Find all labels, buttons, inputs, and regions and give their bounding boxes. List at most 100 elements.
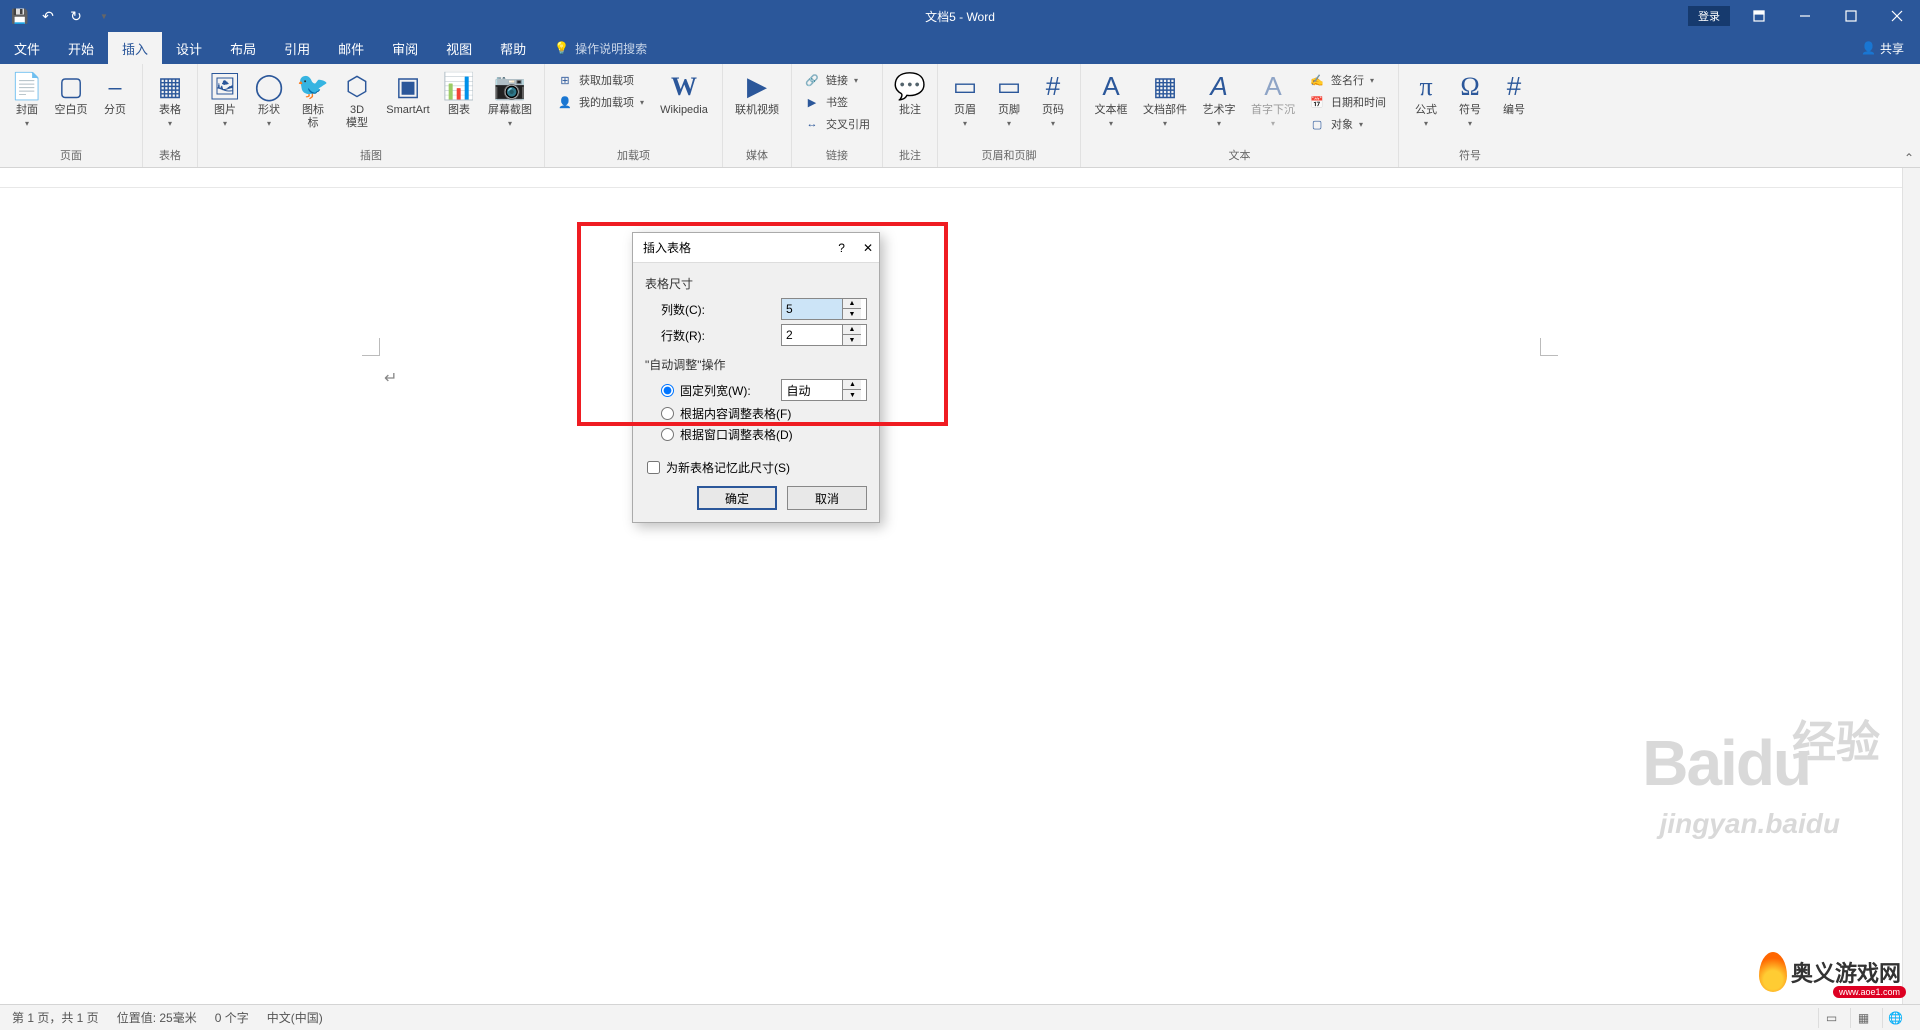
symbol-button[interactable]: Ω符号▾ (1449, 68, 1491, 132)
document-area[interactable]: ↵ (0, 168, 1920, 1004)
fixed-width-radio[interactable] (661, 384, 674, 397)
fit-content-row: 根据内容调整表格(F) (661, 405, 867, 422)
shapes-button[interactable]: ◯形状▾ (248, 68, 290, 132)
dropcap-button[interactable]: A首字下沉▾ (1245, 68, 1301, 132)
remember-checkbox[interactable] (647, 461, 660, 474)
spin-up-icon[interactable]: ▲ (843, 380, 861, 390)
bookmark-button[interactable]: ▶书签 (798, 92, 876, 112)
vertical-scrollbar[interactable] (1902, 168, 1920, 1004)
minimize-icon[interactable] (1782, 0, 1828, 32)
wordart-button[interactable]: A艺术字▾ (1195, 68, 1243, 132)
tab-design[interactable]: 设计 (162, 32, 216, 64)
undo-icon[interactable]: ↶ (36, 4, 60, 28)
ribbon-display-icon[interactable] (1736, 0, 1782, 32)
fit-content-radio[interactable] (661, 407, 674, 420)
share-button[interactable]: 👤 共享 (1845, 32, 1920, 64)
fit-window-radio[interactable] (661, 428, 674, 441)
maximize-icon[interactable] (1828, 0, 1874, 32)
save-icon[interactable]: 💾 (8, 4, 32, 28)
page[interactable]: ↵ (380, 188, 1540, 338)
object-button[interactable]: ▢对象 ▾ (1303, 114, 1392, 134)
icons-button[interactable]: 🐦图标标 (292, 68, 334, 132)
status-position[interactable]: 位置值: 25毫米 (117, 1009, 197, 1026)
header-button[interactable]: ▭页眉▾ (944, 68, 986, 132)
my-addins-button[interactable]: 👤我的加载项 ▾ (551, 92, 650, 112)
table-button[interactable]: ▦表格▾ (149, 68, 191, 132)
status-language[interactable]: 中文(中国) (267, 1009, 323, 1026)
quickparts-button[interactable]: ▦文档部件▾ (1137, 68, 1193, 132)
spin-up-icon[interactable]: ▲ (843, 299, 861, 309)
ruler[interactable] (0, 168, 1920, 188)
section-size-label: 表格尺寸 (645, 275, 867, 292)
group-pages-label: 页面 (0, 145, 142, 167)
rows-input[interactable] (782, 325, 842, 345)
group-addins-label: 加载项 (545, 145, 722, 167)
redo-icon[interactable]: ↻ (64, 4, 88, 28)
pagenum-icon: # (1046, 70, 1060, 104)
number-button[interactable]: #编号 (1493, 68, 1535, 132)
cover-page-button[interactable]: 📄封面▾ (6, 68, 48, 132)
chart-button[interactable]: 📊图表 (438, 68, 480, 132)
picture-button[interactable]: 🖼图片▾ (204, 68, 246, 132)
comment-button[interactable]: 💬批注 (889, 68, 931, 132)
textbox-button[interactable]: A文本框▾ (1087, 68, 1135, 132)
sigline-button[interactable]: ✍签名行 ▾ (1303, 70, 1392, 90)
fit-window-row: 根据窗口调整表格(D) (661, 426, 867, 443)
web-layout-icon[interactable]: 🌐 (1882, 1008, 1908, 1028)
link-button[interactable]: 🔗链接 ▾ (798, 70, 876, 90)
page-break-button[interactable]: ⎯分页 (94, 68, 136, 132)
spin-down-icon[interactable]: ▼ (843, 335, 861, 345)
section-auto-label: "自动调整"操作 (645, 356, 867, 373)
close-icon[interactable] (1874, 0, 1920, 32)
fixed-width-input[interactable] (782, 380, 842, 400)
flame-icon (1759, 952, 1787, 992)
rows-spinner[interactable]: ▲▼ (781, 324, 867, 346)
get-addins-button[interactable]: ⊞获取加载项 (551, 70, 650, 90)
footer-icon: ▭ (997, 70, 1022, 104)
print-layout-icon[interactable]: ▦ (1850, 1008, 1876, 1028)
tab-review[interactable]: 审阅 (378, 32, 432, 64)
spin-down-icon[interactable]: ▼ (843, 390, 861, 400)
status-page[interactable]: 第 1 页，共 1 页 (12, 1009, 99, 1026)
group-comments-label: 批注 (883, 145, 937, 167)
datetime-button[interactable]: 📅日期和时间 (1303, 92, 1392, 112)
read-mode-icon[interactable]: ▭ (1818, 1008, 1844, 1028)
group-links: 🔗链接 ▾ ▶书签 ↔交叉引用 链接 (792, 64, 883, 167)
store-icon: ⊞ (557, 74, 573, 87)
fixed-width-spinner[interactable]: ▲▼ (781, 379, 867, 401)
rows-label: 行数(R): (661, 327, 771, 344)
3dmodel-button[interactable]: ⬡3D 模型 (336, 68, 378, 132)
qat-dropdown-icon[interactable]: ▼ (92, 4, 116, 28)
spin-down-icon[interactable]: ▼ (843, 309, 861, 319)
cancel-button[interactable]: 取消 (787, 486, 867, 510)
footer-button[interactable]: ▭页脚▾ (988, 68, 1030, 132)
equation-button[interactable]: π公式▾ (1405, 68, 1447, 132)
columns-spinner[interactable]: ▲▼ (781, 298, 867, 320)
crossref-button[interactable]: ↔交叉引用 (798, 114, 876, 134)
close-icon[interactable]: ✕ (863, 241, 873, 255)
tab-file[interactable]: 文件 (0, 32, 54, 64)
tab-insert[interactable]: 插入 (108, 32, 162, 64)
tab-layout[interactable]: 布局 (216, 32, 270, 64)
blank-page-button[interactable]: ▢空白页 (50, 68, 92, 132)
tell-me-search[interactable]: 💡 操作说明搜索 (540, 32, 661, 64)
tab-references[interactable]: 引用 (270, 32, 324, 64)
smartart-button[interactable]: ▣SmartArt (380, 68, 436, 132)
login-button[interactable]: 登录 (1688, 6, 1730, 26)
online-video-button[interactable]: ▶联机视频 (729, 68, 785, 132)
wikipedia-button[interactable]: WWikipedia (652, 68, 716, 132)
pagenum-button[interactable]: #页码▾ (1032, 68, 1074, 132)
collapse-ribbon-icon[interactable]: ⌃ (1904, 151, 1914, 165)
help-icon[interactable]: ? (838, 241, 845, 255)
tab-help[interactable]: 帮助 (486, 32, 540, 64)
spin-up-icon[interactable]: ▲ (843, 325, 861, 335)
tab-home[interactable]: 开始 (54, 32, 108, 64)
columns-input[interactable] (782, 299, 842, 319)
lightbulb-icon: 💡 (554, 41, 569, 55)
tab-view[interactable]: 视图 (432, 32, 486, 64)
tab-mailings[interactable]: 邮件 (324, 32, 378, 64)
screenshot-button[interactable]: 📷屏幕截图▾ (482, 68, 538, 132)
ok-button[interactable]: 确定 (697, 486, 777, 510)
dialog-titlebar[interactable]: 插入表格 ? ✕ (633, 233, 879, 263)
status-wordcount[interactable]: 0 个字 (215, 1009, 249, 1026)
